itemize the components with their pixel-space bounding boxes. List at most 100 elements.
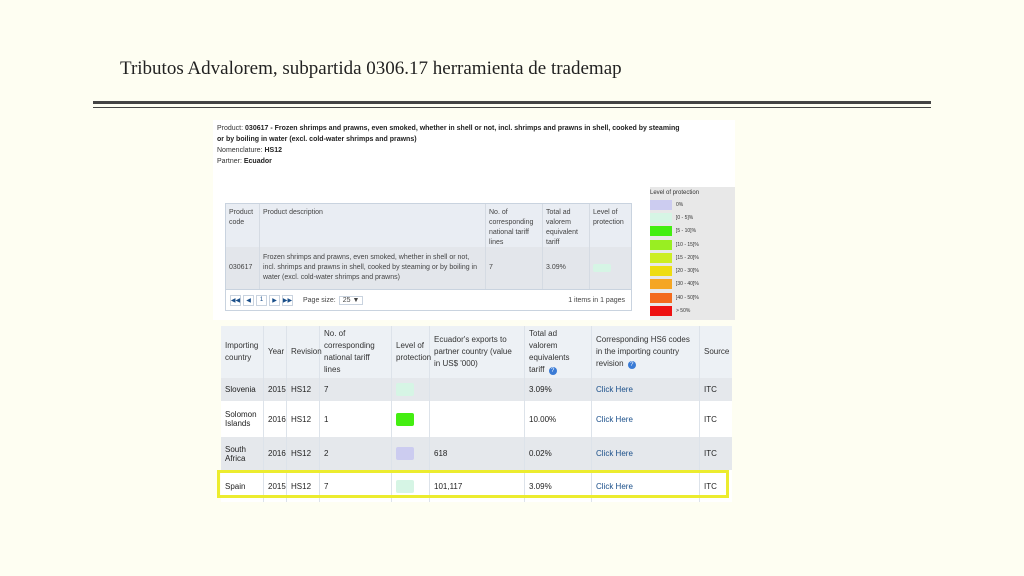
cell-source: ITC (704, 414, 717, 424)
cell-click-here-link[interactable]: Click Here (592, 378, 700, 401)
header-product-description[interactable]: Product description (260, 204, 486, 247)
header-total-tariff[interactable]: Total ad valorem equivalent tariff (543, 204, 590, 247)
product-screenshot: Product: 030617 - Frozen shrimps and pra… (213, 120, 735, 320)
header-source[interactable]: Source (700, 326, 732, 378)
legend-swatch (650, 279, 672, 290)
header-hs6-codes-label: Corresponding HS6 codes in the importing… (596, 335, 690, 368)
legend-label: ]30 - 40]% (676, 281, 699, 288)
legend-swatch (650, 306, 672, 317)
help-icon[interactable]: ? (548, 367, 557, 375)
slide-title: Tributos Advalorem, subpartida 0306.17 h… (120, 58, 622, 79)
cell-country: South Africa (221, 437, 264, 470)
header-year[interactable]: Year (264, 326, 287, 378)
product-table-row: 030617 Frozen shrimps and prawns, even s… (226, 247, 631, 289)
cell-revision: HS12 (287, 437, 320, 470)
header-importing-country[interactable]: Importing country (221, 326, 264, 378)
page-size-select[interactable]: 25 ▼ (338, 295, 364, 305)
cell-click-here-link[interactable]: Click Here (592, 401, 700, 437)
legend-item: ]30 - 40]% (650, 278, 735, 291)
cell-product-code: 030617 (226, 247, 260, 289)
title-rule-thin (93, 107, 931, 108)
cell-country: Solomon Islands (221, 401, 264, 437)
cell-exports: 618 (430, 437, 525, 470)
legend-label: ]10 - 15]% (676, 241, 699, 248)
click-here-link[interactable]: Click Here (596, 449, 633, 458)
cell-revision: HS12 (287, 401, 320, 437)
product-table-header: Product code Product description No. of … (226, 204, 631, 247)
page-size-value: 25 (342, 296, 351, 304)
help-icon[interactable]: ? (627, 361, 636, 369)
cell-total-tariff: 3.09% (543, 247, 590, 289)
cell-tariff-lines: 7 (486, 247, 543, 289)
title-rule-thick (93, 101, 931, 104)
legend-swatch (650, 252, 672, 263)
cell-level-protection (392, 437, 430, 470)
legend-item: ]20 - 30]% (650, 264, 735, 277)
table-row: Solomon Islands 2016 HS12 1 10.00% Click… (221, 401, 732, 437)
table-row: South Africa 2016 HS12 2 618 0.02% Click… (221, 437, 732, 470)
header-total-tariff[interactable]: Total ad valorem equivalents tariff ? (525, 326, 592, 378)
cell-exports (430, 378, 525, 401)
legend-swatch (650, 239, 672, 250)
header-tariff-lines[interactable]: No. of corresponding national tariff lin… (486, 204, 543, 247)
cell-tariff-lines: 2 (320, 437, 392, 470)
pager: ◀◀ ◀ 1 ▶ ▶▶ Page size: 25 ▼ 1 items in 1… (226, 289, 631, 310)
click-here-link[interactable]: Click Here (596, 415, 633, 424)
cell-total-tariff: 10.00% (525, 401, 592, 437)
pager-info: 1 items in 1 pages (568, 296, 625, 304)
cell-total-tariff: 3.09% (525, 378, 592, 401)
legend-swatch (650, 199, 672, 210)
nomenclature-label: Nomenclature: (217, 147, 263, 154)
header-level-protection[interactable]: Level of protection (392, 326, 431, 378)
prev-page-button[interactable]: ◀ (243, 294, 254, 306)
header-level-protection[interactable]: Level of protection (590, 204, 629, 247)
product-info: Product: 030617 - Frozen shrimps and pra… (217, 123, 687, 167)
cell-revision: HS12 (287, 378, 320, 401)
legend-swatch (650, 212, 672, 223)
table-row: Slovenia 2015 HS12 7 3.09% Click Here IT… (221, 378, 732, 401)
protection-legend: Level of protection 0% ]0 - 5]% ]5 - 10]… (650, 187, 735, 320)
partner-label: Partner: (217, 158, 242, 165)
cell-country: Slovenia (221, 378, 264, 401)
current-page-button[interactable]: 1 (256, 294, 267, 306)
legend-item: ]40 - 50]% (650, 291, 735, 304)
legend-swatch (650, 226, 672, 237)
click-here-link[interactable]: Click Here (596, 385, 633, 394)
product-line: Product: 030617 - Frozen shrimps and pra… (217, 123, 687, 145)
next-page-button[interactable]: ▶ (269, 294, 280, 306)
legend-label: ]5 - 10]% (676, 228, 697, 235)
first-page-button[interactable]: ◀◀ (230, 294, 241, 306)
page-size-label: Page size: (303, 296, 336, 304)
cell-level-protection (392, 401, 430, 437)
legend-swatch (650, 292, 672, 303)
legend-swatch (650, 266, 672, 277)
highlight-box (217, 470, 729, 498)
cell-year: 2015 (264, 378, 287, 401)
legend-item: > 50% (650, 304, 735, 317)
legend-label: > 50% (676, 308, 691, 315)
partner-line: Partner: Ecuador (217, 156, 687, 167)
country-table-header: Importing country Year Revision No. of c… (221, 326, 732, 378)
header-revision[interactable]: Revision (287, 326, 322, 378)
header-tariff-lines[interactable]: No. of corresponding national tariff lin… (320, 326, 392, 378)
protection-swatch (396, 447, 414, 460)
protection-swatch (593, 264, 611, 272)
cell-source: ITC (704, 385, 717, 394)
cell-year: 2016 (264, 437, 287, 470)
product-label: Product: (217, 125, 244, 132)
header-exports[interactable]: Ecuador's exports to partner country (va… (430, 326, 525, 378)
last-page-button[interactable]: ▶▶ (282, 294, 293, 306)
header-product-code[interactable]: Product code (226, 204, 260, 247)
cell-tariff-lines: 7 (320, 378, 392, 401)
cell-exports (430, 401, 525, 437)
header-hs6-codes[interactable]: Corresponding HS6 codes in the importing… (592, 326, 700, 378)
chevron-down-icon: ▼ (352, 296, 360, 304)
legend-item: ]5 - 10]% (650, 225, 735, 238)
legend-label: ]15 - 20]% (676, 254, 699, 261)
product-description: - Frozen shrimps and prawns, even smoked… (217, 125, 680, 143)
product-table: Product code Product description No. of … (225, 203, 632, 311)
legend-label: ]40 - 50]% (676, 294, 699, 301)
legend-item: 0% (650, 198, 735, 211)
cell-click-here-link[interactable]: Click Here (592, 437, 700, 470)
legend-item: ]10 - 15]% (650, 238, 735, 251)
